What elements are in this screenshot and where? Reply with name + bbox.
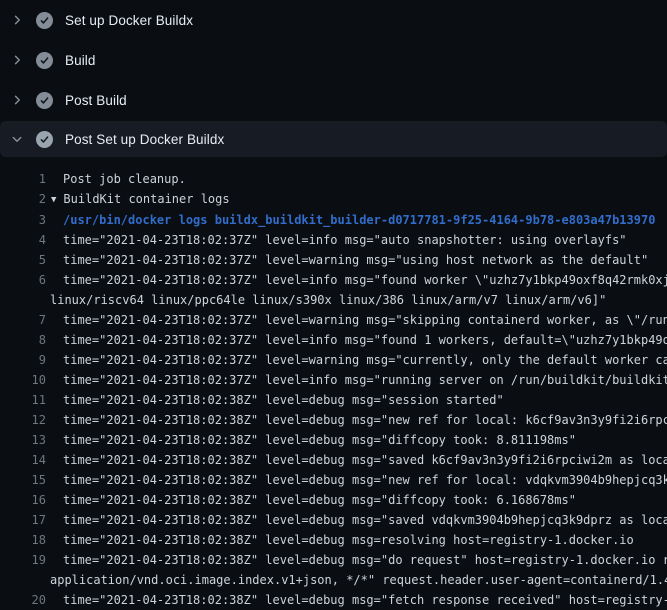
log-group-title: BuildKit container logs [63, 192, 229, 206]
workflow-steps-list: Set up Docker Buildx Build Post Build Po… [0, 0, 667, 157]
log-line-number[interactable]: 17 [0, 510, 46, 530]
log-text: time="2021-04-23T18:02:37Z" level=info m… [46, 230, 667, 250]
log-line-number[interactable]: 6 [0, 270, 46, 290]
log-line-number[interactable]: 10 [0, 370, 46, 390]
log-line-number[interactable]: 5 [0, 250, 46, 270]
chevron-right-icon[interactable] [10, 13, 24, 27]
log-line-number[interactable]: 4 [0, 230, 46, 250]
log-text: time="2021-04-23T18:02:37Z" level=info m… [46, 330, 667, 350]
step-row-set-up-docker-buildx[interactable]: Set up Docker Buildx [0, 0, 667, 40]
log-line: 16time="2021-04-23T18:02:38Z" level=debu… [0, 490, 667, 510]
log-line: 11time="2021-04-23T18:02:38Z" level=debu… [0, 390, 667, 410]
log-line-number[interactable]: 20 [0, 590, 46, 610]
log-line-number[interactable]: 12 [0, 410, 46, 430]
log-line: 1Post job cleanup. [0, 169, 667, 189]
log-group-collapse-icon[interactable]: ▼ [51, 195, 56, 205]
log-line-number[interactable]: 16 [0, 490, 46, 510]
log-line-number[interactable]: 2 [0, 189, 46, 210]
step-label: Set up Docker Buildx [65, 13, 193, 28]
log-text: time="2021-04-23T18:02:37Z" level=info m… [46, 270, 667, 290]
log-line: 18time="2021-04-23T18:02:38Z" level=debu… [0, 530, 667, 550]
log-line-number [0, 290, 46, 310]
step-row-build[interactable]: Build [0, 40, 667, 80]
log-lines: 1Post job cleanup.2 ▼ BuildKit container l… [0, 157, 667, 610]
log-line: 14time="2021-04-23T18:02:38Z" level=debu… [0, 450, 667, 470]
log-line: 15time="2021-04-23T18:02:38Z" level=debu… [0, 470, 667, 490]
log-text: time="2021-04-23T18:02:38Z" level=debug … [46, 590, 667, 610]
log-text: time="2021-04-23T18:02:37Z" level=warnin… [46, 250, 667, 270]
success-check-icon [36, 52, 53, 69]
success-check-icon [36, 92, 53, 109]
log-line-number [0, 570, 46, 590]
step-label: Build [65, 53, 96, 68]
log-text: time="2021-04-23T18:02:38Z" level=debug … [46, 390, 667, 410]
log-line-number[interactable]: 19 [0, 550, 46, 570]
log-text: time="2021-04-23T18:02:38Z" level=debug … [46, 470, 667, 490]
log-line-number[interactable]: 14 [0, 450, 46, 470]
log-text: time="2021-04-23T18:02:38Z" level=debug … [46, 550, 667, 570]
log-text: time="2021-04-23T18:02:38Z" level=debug … [46, 430, 667, 450]
log-text: application/vnd.oci.image.index.v1+json,… [46, 570, 667, 590]
log-line-number[interactable]: 7 [0, 310, 46, 330]
log-text: time="2021-04-23T18:02:37Z" level=info m… [46, 370, 667, 390]
log-line-number[interactable]: 9 [0, 350, 46, 370]
step-row-post-set-up-docker-buildx[interactable]: Post Set up Docker Buildx [0, 121, 667, 157]
log-line-number[interactable]: 3 [0, 210, 46, 230]
log-line: 2 ▼ BuildKit container logs [0, 189, 667, 210]
log-text: time="2021-04-23T18:02:38Z" level=debug … [46, 530, 667, 550]
log-line: linux/riscv64 linux/ppc64le linux/s390x … [0, 290, 667, 310]
log-line: 20time="2021-04-23T18:02:38Z" level=debu… [0, 590, 667, 610]
log-text: Post job cleanup. [46, 169, 667, 189]
chevron-right-icon[interactable] [10, 53, 24, 67]
step-label: Post Set up Docker Buildx [65, 132, 224, 147]
log-command-text: /usr/bin/docker logs buildx_buildkit_bui… [46, 210, 667, 230]
log-line: 8time="2021-04-23T18:02:37Z" level=info … [0, 330, 667, 350]
log-text: time="2021-04-23T18:02:38Z" level=debug … [46, 410, 667, 430]
log-line-number[interactable]: 11 [0, 390, 46, 410]
step-row-post-build[interactable]: Post Build [0, 80, 667, 120]
log-text: time="2021-04-23T18:02:37Z" level=warnin… [46, 350, 667, 370]
log-line: application/vnd.oci.image.index.v1+json,… [0, 570, 667, 590]
log-line-number[interactable]: 13 [0, 430, 46, 450]
success-check-icon [36, 12, 53, 29]
log-text: time="2021-04-23T18:02:37Z" level=warnin… [46, 310, 667, 330]
log-line: 7time="2021-04-23T18:02:37Z" level=warni… [0, 310, 667, 330]
log-line: 17time="2021-04-23T18:02:38Z" level=debu… [0, 510, 667, 530]
log-line: 4time="2021-04-23T18:02:37Z" level=info … [0, 230, 667, 250]
log-line: 3/usr/bin/docker logs buildx_buildkit_bu… [0, 210, 667, 230]
chevron-right-icon[interactable] [10, 93, 24, 107]
log-text: ▼ BuildKit container logs [46, 189, 667, 210]
log-line: 19time="2021-04-23T18:02:38Z" level=debu… [0, 550, 667, 570]
log-line: 6time="2021-04-23T18:02:37Z" level=info … [0, 270, 667, 290]
log-text: time="2021-04-23T18:02:38Z" level=debug … [46, 490, 667, 510]
log-text: time="2021-04-23T18:02:38Z" level=debug … [46, 450, 667, 470]
success-check-icon [36, 131, 53, 148]
log-line-number[interactable]: 18 [0, 530, 46, 550]
log-line: 10time="2021-04-23T18:02:37Z" level=info… [0, 370, 667, 390]
step-label: Post Build [65, 93, 127, 108]
log-line-number[interactable]: 15 [0, 470, 46, 490]
log-line: 5time="2021-04-23T18:02:37Z" level=warni… [0, 250, 667, 270]
log-line-number[interactable]: 1 [0, 169, 46, 189]
log-line: 9time="2021-04-23T18:02:37Z" level=warni… [0, 350, 667, 370]
log-line: 12time="2021-04-23T18:02:38Z" level=debu… [0, 410, 667, 430]
log-line-number[interactable]: 8 [0, 330, 46, 350]
log-line: 13time="2021-04-23T18:02:38Z" level=debu… [0, 430, 667, 450]
log-text: time="2021-04-23T18:02:38Z" level=debug … [46, 510, 667, 530]
chevron-down-icon[interactable] [10, 132, 24, 146]
log-text: linux/riscv64 linux/ppc64le linux/s390x … [46, 290, 667, 310]
